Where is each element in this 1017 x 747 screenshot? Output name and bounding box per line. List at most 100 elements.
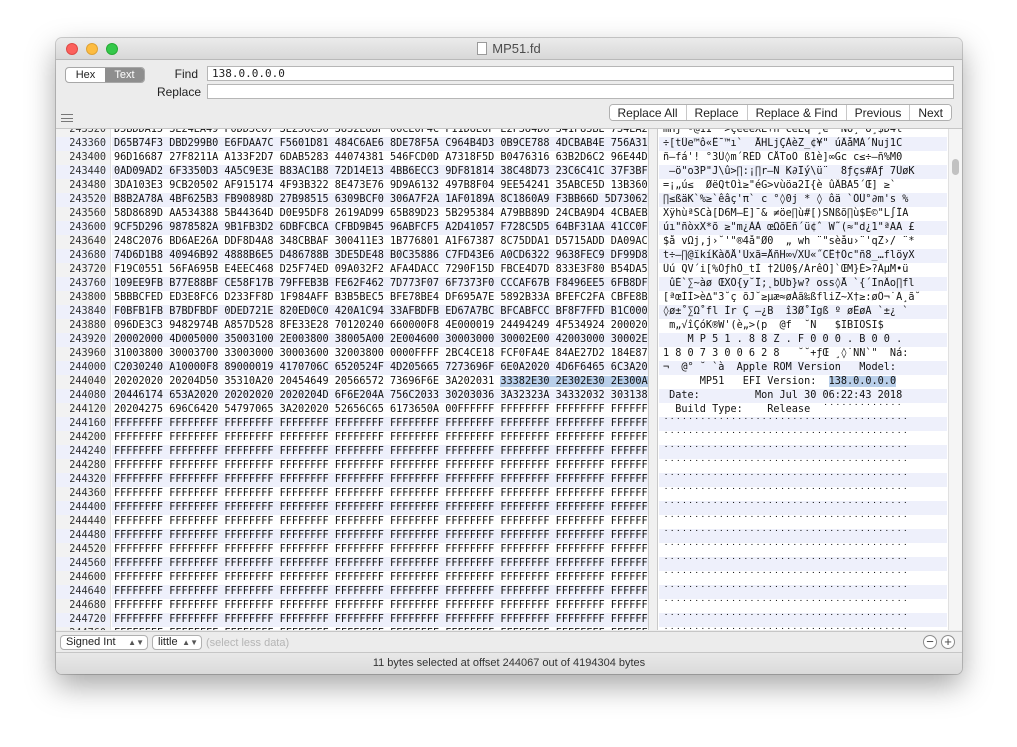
row-offset: 244640 [56, 585, 110, 599]
hex-row[interactable]: FFFFFFFF FFFFFFFF FFFFFFFF FFFFFFFF FFFF… [112, 571, 648, 585]
text-row[interactable]: XÿhùªSCà[D6M–Ë]¯& ≠öe∏ù#[)SÑßõ∏ù$Ë©"L∫ÎÃ [659, 207, 947, 221]
mode-hex-button[interactable]: Hex [66, 68, 105, 82]
text-row[interactable]: ˙˙˙˙˙˙˙˙˙˙˙˙˙˙˙˙˙˙˙˙˙˙˙˙˙˙˙˙˙˙˙˙˙˙˙˙˙˙˙˙ [659, 487, 947, 501]
text-row[interactable]: MP51 EFI Version: 138.0.0.0.0 [659, 375, 947, 389]
text-row[interactable]: ˙˙˙˙˙˙˙˙˙˙˙˙˙˙˙˙˙˙˙˙˙˙˙˙˙˙˙˙˙˙˙˙˙˙˙˙˙˙˙˙ [659, 543, 947, 557]
hex-row[interactable]: C2030240 A10000F8 89000019 4170706C 6520… [112, 361, 648, 375]
hex-pane[interactable]: D5BDDA15 3E24EA49 F0DD3C07 3E256C36 3832… [112, 129, 648, 630]
replace-field[interactable] [207, 84, 954, 99]
text-row[interactable]: M P 5 1 . 8 8 Z . F 0 0 0 . B 0 0 . [659, 333, 947, 347]
row-offset: 243840 [56, 305, 110, 319]
mode-text-button[interactable]: Text [105, 68, 144, 82]
text-row[interactable]: Date: Mon Jul 30 06:22:43 2018 [659, 389, 947, 403]
remove-inspector-button[interactable]: − [923, 635, 937, 649]
hex-row[interactable]: FFFFFFFF FFFFFFFF FFFFFFFF FFFFFFFF FFFF… [112, 543, 648, 557]
text-row[interactable]: ˙˙˙˙˙˙˙˙˙˙˙˙˙˙˙˙˙˙˙˙˙˙˙˙˙˙˙˙˙˙˙˙˙˙˙˙˙˙˙˙ [659, 473, 947, 487]
hex-row[interactable]: FFFFFFFF FFFFFFFF FFFFFFFF FFFFFFFF FFFF… [112, 585, 648, 599]
hex-row[interactable]: 20204275 696C6420 54797065 3A202020 5265… [112, 403, 648, 417]
text-row[interactable]: ˙˙˙˙˙˙˙˙˙˙˙˙˙˙˙˙˙˙˙˙˙˙˙˙˙˙˙˙˙˙˙˙˙˙˙˙˙˙˙˙ [659, 627, 947, 630]
text-row[interactable]: ñ–fá'! °3Û◊m´RÈD CÅToÕ ß1è]∞Gc c≤÷–ñ%M0 [659, 151, 947, 165]
hex-row[interactable]: 5BBBCFED ED3E8FC6 D233FF8D 1F984AFF B3B5… [112, 291, 648, 305]
text-pane[interactable]: mHj¨-@1I ¨>çèèeXE+n ceEq ¸è No¸ o¸$D4t ÷[… [659, 129, 947, 630]
hex-row[interactable]: F0BFB1FB B7BDFBDF 0DED721E 820ED0C0 420A… [112, 305, 648, 319]
hex-row[interactable]: D5BDDA15 3E24EA49 F0DD3C07 3E256C36 3832… [112, 129, 648, 137]
hex-row[interactable]: FFFFFFFF FFFFFFFF FFFFFFFF FFFFFFFF FFFF… [112, 417, 648, 431]
text-row[interactable]: ˙˙˙˙˙˙˙˙˙˙˙˙˙˙˙˙˙˙˙˙˙˙˙˙˙˙˙˙˙˙˙˙˙˙˙˙˙˙˙˙ [659, 501, 947, 515]
scrollbar-thumb[interactable] [952, 159, 959, 175]
hex-row[interactable]: 20446174 653A2020 20202020 2020204D 6F6E… [112, 389, 648, 403]
text-row[interactable]: $å vΩj‚j›˘'"®4å"Ø0 „ wh ¨"sèåu›¨'qZ›/ ¨* [659, 235, 947, 249]
text-row[interactable]: ˙˙˙˙˙˙˙˙˙˙˙˙˙˙˙˙˙˙˙˙˙˙˙˙˙˙˙˙˙˙˙˙˙˙˙˙˙˙˙˙ [659, 431, 947, 445]
hex-row[interactable]: 9CF5D296 9878582A 9B1FB3D2 6DBFCBCA CFBD… [112, 221, 648, 235]
text-row[interactable]: ˙˙˙˙˙˙˙˙˙˙˙˙˙˙˙˙˙˙˙˙˙˙˙˙˙˙˙˙˙˙˙˙˙˙˙˙˙˙˙˙ [659, 459, 947, 473]
text-row[interactable]: =¡„ú≤ ØëQtOì≥"éG>vùöa2I{è ûÂBA5´Œ] ≥` [659, 179, 947, 193]
pane-divider[interactable] [648, 129, 658, 630]
text-row[interactable]: úı"ñòxX*õ ≥"m¿ÀÀ œΩõEñ´ü¢ˆ W˜(≈"d¿1"ªAÃ … [659, 221, 947, 235]
text-row[interactable]: ˙˙˙˙˙˙˙˙˙˙˙˙˙˙˙˙˙˙˙˙˙˙˙˙˙˙˙˙˙˙˙˙˙˙˙˙˙˙˙˙ [659, 599, 947, 613]
hex-row[interactable]: 096DE3C3 9482974B A857D528 8FE33E28 7012… [112, 319, 648, 333]
text-row[interactable]: –ö"o3P"J\û>∏:¡∏r–N K∂Ïý\ü¨ 8ƒçs#Äƒ 7ÛøK [659, 165, 947, 179]
text-row[interactable]: Ûú QV´i[%ÓƒhÒ_tÌ †2Û0§/ÄrêÒ]`ŒM}É>?ÄµM•ü [659, 263, 947, 277]
previous-button[interactable]: Previous [845, 105, 910, 120]
hex-row[interactable]: 20202020 20204D50 35310A20 20454649 2056… [112, 375, 648, 389]
next-button[interactable]: Next [909, 105, 951, 120]
hex-row[interactable]: F19C0551 56FA695B E4EEC468 D25F74ED 09A0… [112, 263, 648, 277]
hex-row[interactable]: FFFFFFFF FFFFFFFF FFFFFFFF FFFFFFFF FFFF… [112, 445, 648, 459]
text-row[interactable]: ˙˙˙˙˙˙˙˙˙˙˙˙˙˙˙˙˙˙˙˙˙˙˙˙˙˙˙˙˙˙˙˙˙˙˙˙˙˙˙˙ [659, 417, 947, 431]
text-row[interactable]: ûÉ`∑~àø ŒXÒ{y˘Î;˛bÙb}w? oss◊Å `{´InÂo∏fl [659, 277, 947, 291]
hex-row[interactable]: 31003800 30003700 33003000 30003600 3200… [112, 347, 648, 361]
select-arrows-icon: ▲▼ [182, 638, 198, 647]
text-row[interactable]: ˙˙˙˙˙˙˙˙˙˙˙˙˙˙˙˙˙˙˙˙˙˙˙˙˙˙˙˙˙˙˙˙˙˙˙˙˙˙˙˙ [659, 515, 947, 529]
hex-row[interactable]: FFFFFFFF FFFFFFFF FFFFFFFF FFFFFFFF FFFF… [112, 473, 648, 487]
hex-row[interactable]: 109EE9FB B77E88BF CE58F17B 79FFEB3B FE62… [112, 277, 648, 291]
title-bar: MP51.fd [56, 38, 962, 60]
text-row[interactable]: ÷[tÛe™ô«Ê¯™ı` ÅHLjÇÀèZ_¢¥" úÂåMÀ´Nuj1C [659, 137, 947, 151]
row-offset: 243560 [69, 208, 106, 219]
text-row[interactable]: ◊ø±˚∑Ω˚fl Ìr Ç –¿B î3Ø˚Ìgß º øÊøÃ `±¿ ` [659, 305, 947, 319]
text-row[interactable]: ˙˙˙˙˙˙˙˙˙˙˙˙˙˙˙˙˙˙˙˙˙˙˙˙˙˙˙˙˙˙˙˙˙˙˙˙˙˙˙˙ [659, 613, 947, 627]
text-row[interactable]: mHj¨-@1I ¨>çèèeXE+n ceEq ¸è No¸ o¸$D4t [659, 129, 947, 137]
hex-row[interactable]: FFFFFFFF FFFFFFFF FFFFFFFF FFFFFFFF FFFF… [112, 431, 648, 445]
replace-and-find-button[interactable]: Replace & Find [746, 105, 846, 120]
hex-row[interactable]: FFFFFFFF FFFFFFFF FFFFFFFF FFFFFFFF FFFF… [112, 487, 648, 501]
hex-row[interactable]: D65B74F3 DBD299B0 E6FDAA7C F5601D81 484C… [112, 137, 648, 151]
hex-row[interactable]: FFFFFFFF FFFFFFFF FFFFFFFF FFFFFFFF FFFF… [112, 613, 648, 627]
text-row[interactable]: ¬ @° ˘ `à Apple ROM Version Model: [659, 361, 947, 375]
hex-row[interactable]: 58D8689D AA534388 5B44364D D0E95DF8 2619… [112, 207, 648, 221]
hex-row[interactable]: 96D16687 27F8211A A133F2D7 6DAB5283 4407… [112, 151, 648, 165]
endian-select[interactable]: little ▲▼ [152, 635, 202, 650]
row-offset: 244360 [69, 488, 106, 499]
hex-row[interactable]: 248C2076 BD6AE26A DDF8D4A8 348CBBAF 3004… [112, 235, 648, 249]
hex-row[interactable]: FFFFFFFF FFFFFFFF FFFFFFFF FFFFFFFF FFFF… [112, 529, 648, 543]
line-menu-icon[interactable] [61, 114, 73, 122]
type-select[interactable]: Signed Int ▲▼ [60, 635, 148, 650]
hex-row[interactable]: B8B2A78A 4BF625B3 FB90898D 27B98515 6309… [112, 193, 648, 207]
vertical-scrollbar[interactable] [948, 129, 962, 630]
replace-all-button[interactable]: Replace All [609, 105, 686, 120]
hex-row[interactable]: FFFFFFFF FFFFFFFF FFFFFFFF FFFFFFFF FFFF… [112, 627, 648, 630]
text-row[interactable]: ˙˙˙˙˙˙˙˙˙˙˙˙˙˙˙˙˙˙˙˙˙˙˙˙˙˙˙˙˙˙˙˙˙˙˙˙˙˙˙˙ [659, 529, 947, 543]
text-row[interactable]: ˙˙˙˙˙˙˙˙˙˙˙˙˙˙˙˙˙˙˙˙˙˙˙˙˙˙˙˙˙˙˙˙˙˙˙˙˙˙˙˙ [659, 557, 947, 571]
text-row[interactable]: ˙˙˙˙˙˙˙˙˙˙˙˙˙˙˙˙˙˙˙˙˙˙˙˙˙˙˙˙˙˙˙˙˙˙˙˙˙˙˙˙ [659, 585, 947, 599]
text-row[interactable]: m„√îÇóK®W'(è„>(p @f ˘N $IBIOSI$ [659, 319, 947, 333]
text-row[interactable]: [ªœÌÌ>è∆"3˘ç õJ˘≥µæ≈øÁã‰ßfliZ~X†≥:øÔ¬˙Ä¸… [659, 291, 947, 305]
hex-row[interactable]: FFFFFFFF FFFFFFFF FFFFFFFF FFFFFFFF FFFF… [112, 459, 648, 473]
find-field[interactable]: 138.0.0.0.0 [207, 66, 954, 81]
text-row[interactable]: t÷–∏@ïkíKàðÅ'Ùxã=ÅñH∞√XÜ«˝CÊ†Ôc"ñ8_…flöy… [659, 249, 947, 263]
hex-row[interactable]: FFFFFFFF FFFFFFFF FFFFFFFF FFFFFFFF FFFF… [112, 515, 648, 529]
row-offset: 244520 [69, 544, 106, 555]
hex-row[interactable]: FFFFFFFF FFFFFFFF FFFFFFFF FFFFFFFF FFFF… [112, 501, 648, 515]
text-row[interactable]: ∏≤ßäK`%≥`êâç'π` c °◊0j * ◊ ôä `ÓÛ°∂m's % [659, 193, 947, 207]
add-inspector-button[interactable]: + [941, 635, 955, 649]
hex-row[interactable]: 20002000 4D005000 35003100 2E003800 3800… [112, 333, 648, 347]
text-row[interactable]: ˙˙˙˙˙˙˙˙˙˙˙˙˙˙˙˙˙˙˙˙˙˙˙˙˙˙˙˙˙˙˙˙˙˙˙˙˙˙˙˙ [659, 445, 947, 459]
text-row[interactable]: Build Type: Release ˙˙˙˙˙˙˙˙˙˙˙˙˙ [659, 403, 947, 417]
hex-row[interactable]: FFFFFFFF FFFFFFFF FFFFFFFF FFFFFFFF FFFF… [112, 599, 648, 613]
hex-row[interactable]: FFFFFFFF FFFFFFFF FFFFFFFF FFFFFFFF FFFF… [112, 557, 648, 571]
text-row[interactable]: 1 8 0 7 3 0 0 6 2 8 ˘˘+ƒŒ ¸◊˙NÑ`" Ná: [659, 347, 947, 361]
hex-row[interactable]: 3DA103E3 9CB20502 AF915174 4F93B322 8E47… [112, 179, 648, 193]
text-row[interactable]: ˙˙˙˙˙˙˙˙˙˙˙˙˙˙˙˙˙˙˙˙˙˙˙˙˙˙˙˙˙˙˙˙˙˙˙˙˙˙˙˙ [659, 571, 947, 585]
replace-button[interactable]: Replace [685, 105, 747, 120]
hex-row[interactable]: 74D6D1B8 40946B92 4888B6E5 D486788B 3DE5… [112, 249, 648, 263]
hex-row[interactable]: 0AD09AD2 6F3350D3 4A5C9E3E B83AC1B8 72D1… [112, 165, 648, 179]
